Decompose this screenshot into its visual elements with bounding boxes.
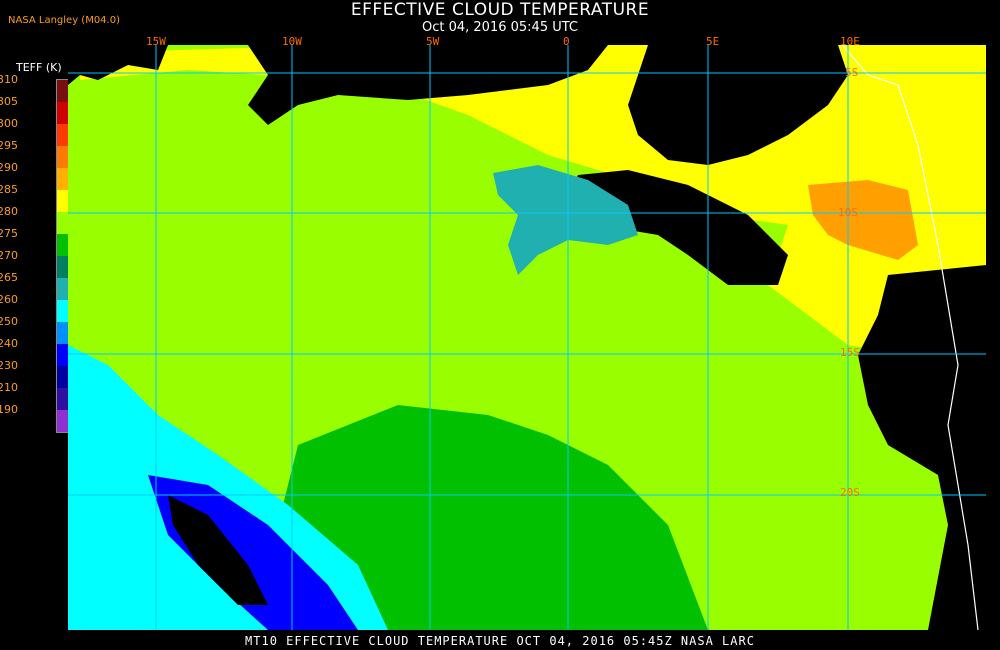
credit-label: NASA Langley (M04.0) <box>8 15 120 26</box>
colorbar-tick-label: 280 <box>0 205 18 218</box>
lon-label-5e: 5E <box>706 35 720 48</box>
lat-label-20s: 20S <box>840 486 860 499</box>
colorbar-tick-label: 300 <box>0 117 18 130</box>
map-subtitle: Oct 04, 2016 05:45 UTC <box>422 20 578 35</box>
lon-label-5w: 5W <box>426 35 440 48</box>
colorbar-tick-label: 240 <box>0 337 18 350</box>
lon-label-15w: 15W <box>146 35 166 48</box>
colorbar-tick-label: 190 <box>0 403 18 416</box>
colorbar-tick-label: 260 <box>0 293 18 306</box>
lon-label-10w: 10W <box>282 35 302 48</box>
lon-label-0: 0 <box>563 35 570 48</box>
colorbar-tick-label: 310 <box>0 73 18 86</box>
lat-label-15s: 15S <box>840 346 860 359</box>
lat-label-10s: 10S <box>838 206 858 219</box>
colorbar-tick-label: 210 <box>0 381 18 394</box>
colorbar-tick-label: 285 <box>0 183 18 196</box>
colorbar-tick-label: 295 <box>0 139 18 152</box>
legend-title: TEFF (K) <box>16 61 62 74</box>
lon-label-10e: 10E <box>840 35 860 48</box>
colorbar-tick-label: 250 <box>0 315 18 328</box>
map-svg <box>68 45 986 630</box>
colorbar-tick-label: 275 <box>0 227 18 240</box>
colorbar-tick-label: 305 <box>0 95 18 108</box>
map-title: EFFECTIVE CLOUD TEMPERATURE <box>350 0 650 20</box>
colorbar-tick-label: 230 <box>0 359 18 372</box>
cloud-temperature-map <box>68 45 986 630</box>
colorbar-tick-label: 270 <box>0 249 18 262</box>
footer-caption: MT10 EFFECTIVE CLOUD TEMPERATURE OCT 04,… <box>245 634 755 648</box>
colorbar-tick-label: 265 <box>0 271 18 284</box>
colorbar-tick-label: 290 <box>0 161 18 174</box>
lat-label-5s: 5S <box>845 66 859 79</box>
